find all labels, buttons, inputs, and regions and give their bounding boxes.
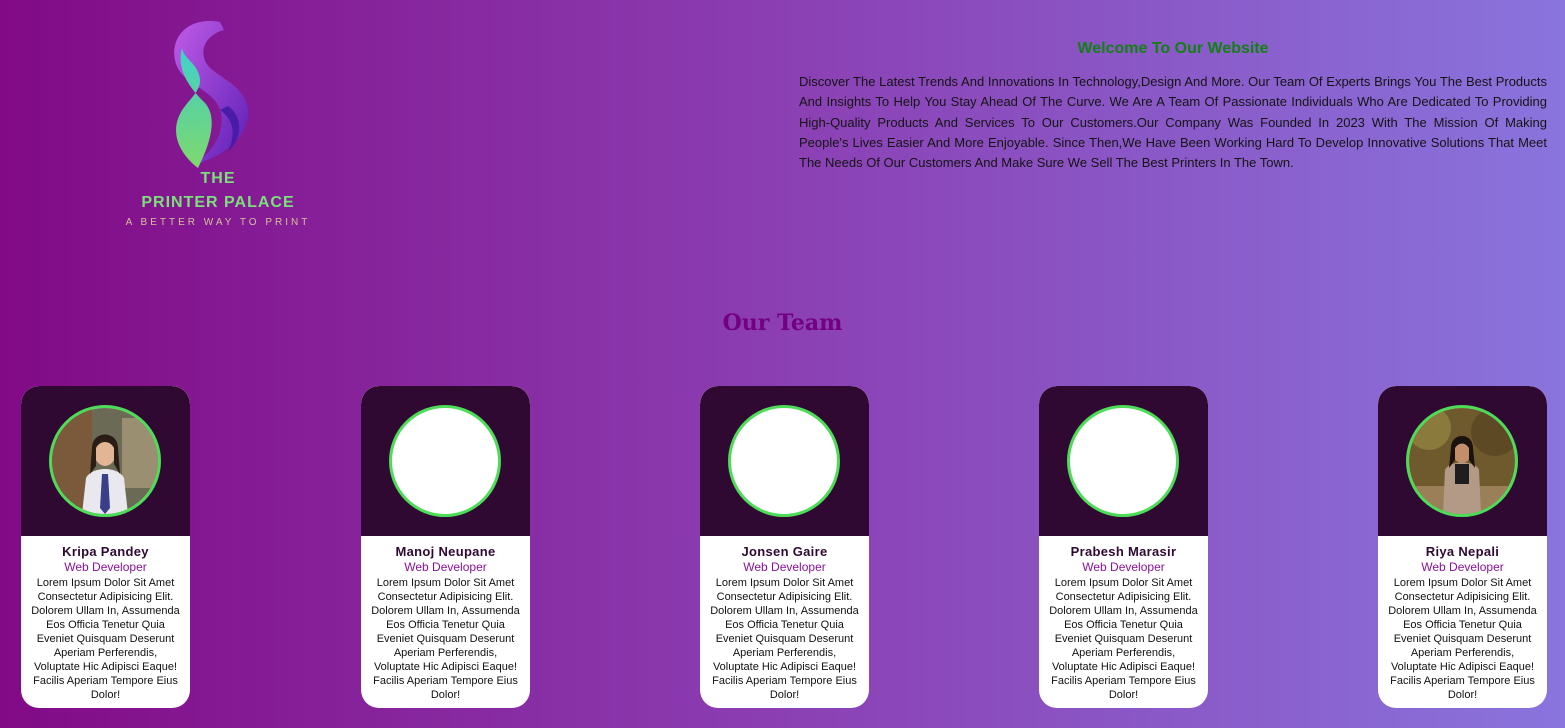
- person-photo-icon: [1409, 408, 1515, 514]
- welcome-title: Welcome To Our Website: [1077, 40, 1269, 57]
- team-card: Prabesh Marasir Web Developer Lorem Ipsu…: [1039, 386, 1208, 708]
- avatar: [389, 405, 501, 517]
- avatar: [49, 405, 161, 517]
- member-name: Manoj Neupane: [395, 544, 496, 559]
- team-card: Jonsen Gaire Web Developer Lorem Ipsum D…: [700, 386, 869, 708]
- logo-line-2: PRINTER PALACE: [141, 194, 295, 211]
- member-description: Lorem Ipsum Dolor Sit Amet Consectetur A…: [710, 577, 859, 701]
- member-name: Jonsen Gaire: [741, 544, 828, 559]
- person-photo-icon: [52, 408, 158, 514]
- site-logo[interactable]: THE PRINTER PALACE A BETTER WAY TO PRINT: [108, 18, 328, 233]
- member-description: Lorem Ipsum Dolor Sit Amet Consectetur A…: [31, 577, 180, 701]
- member-description: Lorem Ipsum Dolor Sit Amet Consectetur A…: [1049, 577, 1198, 701]
- logo-line-1: THE: [200, 170, 236, 187]
- card-body: Riya Nepali Web Developer Lorem Ipsum Do…: [1378, 544, 1547, 702]
- team-heading: Our Team: [722, 310, 843, 336]
- team-card: Manoj Neupane Web Developer Lorem Ipsum …: [361, 386, 530, 708]
- ribbon-logo-icon: [174, 21, 249, 168]
- member-role: Web Developer: [404, 560, 487, 574]
- member-name: Riya Nepali: [1425, 544, 1500, 559]
- card-body: Jonsen Gaire Web Developer Lorem Ipsum D…: [700, 544, 869, 702]
- welcome-text: Discover The Latest Trends And Innovatio…: [799, 74, 1547, 171]
- team-card: Riya Nepali Web Developer Lorem Ipsum Do…: [1378, 386, 1547, 708]
- member-role: Web Developer: [64, 560, 147, 574]
- member-description: Lorem Ipsum Dolor Sit Amet Consectetur A…: [1388, 577, 1537, 701]
- avatar: [1067, 405, 1179, 517]
- member-role: Web Developer: [743, 560, 826, 574]
- card-body: Prabesh Marasir Web Developer Lorem Ipsu…: [1039, 544, 1208, 702]
- member-role: Web Developer: [1421, 560, 1504, 574]
- card-body: Kripa Pandey Web Developer Lorem Ipsum D…: [21, 544, 190, 702]
- logo-tagline: A BETTER WAY TO PRINT: [125, 217, 311, 228]
- member-name: Kripa Pandey: [62, 544, 149, 559]
- card-body: Manoj Neupane Web Developer Lorem Ipsum …: [361, 544, 530, 702]
- avatar: [1406, 405, 1518, 517]
- welcome-section: Welcome To Our Website Discover The Late…: [799, 40, 1547, 173]
- member-name: Prabesh Marasir: [1070, 544, 1177, 559]
- member-description: Lorem Ipsum Dolor Sit Amet Consectetur A…: [371, 577, 520, 701]
- avatar: [728, 405, 840, 517]
- member-role: Web Developer: [1082, 560, 1165, 574]
- team-card: Kripa Pandey Web Developer Lorem Ipsum D…: [21, 386, 190, 708]
